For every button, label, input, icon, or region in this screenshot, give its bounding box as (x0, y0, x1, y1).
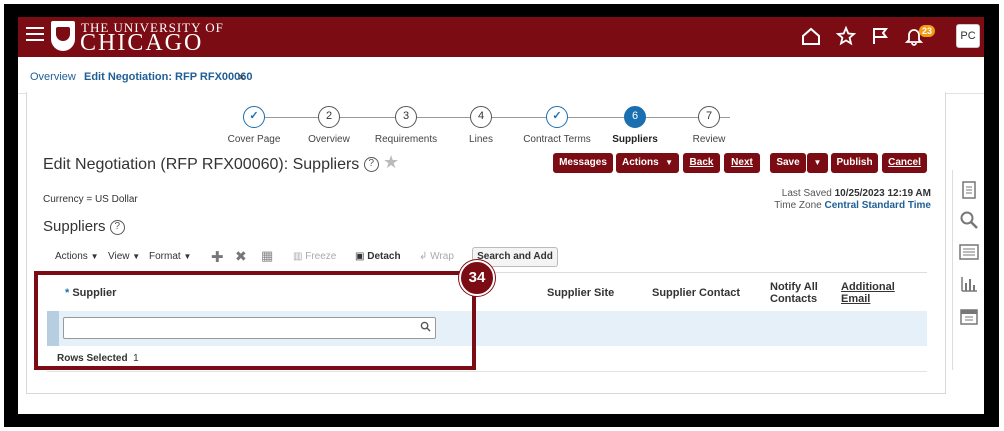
train-step-contract-terms[interactable]: ✓ (546, 106, 568, 128)
tab-edit-negotiation[interactable]: Edit Negotiation: RFP RFX00060 (84, 71, 253, 83)
section-help-icon[interactable]: ? (109, 219, 125, 235)
tutorial-step-badge: 34 (459, 260, 495, 296)
train-step-lines[interactable]: 4 (470, 106, 492, 128)
publish-button[interactable]: Publish (831, 153, 878, 173)
university-name-big: CHICAGO (80, 30, 204, 56)
freeze-label: Freeze (305, 251, 337, 262)
notify-header-line2: Contacts (770, 293, 818, 305)
delete-row-icon[interactable]: ✖ (235, 248, 247, 265)
help-icon[interactable]: ? (363, 157, 379, 173)
freeze-button: ▥ Freeze (293, 251, 336, 262)
list-icon[interactable] (959, 242, 979, 262)
train-step-cover-page[interactable]: ✓ (243, 106, 265, 128)
train-label-cover-page: Cover Page (227, 134, 281, 145)
chevron-down-icon: ▼ (132, 252, 141, 261)
page-title: Edit Negotiation (RFP RFX00060): Supplie… (43, 156, 379, 174)
train-step-review[interactable]: 7 (698, 106, 720, 128)
messages-button[interactable]: Messages (553, 153, 613, 173)
tab-overview[interactable]: Overview (30, 71, 76, 83)
screenshot-frame: THE UNIVERSITY OF CHICAGO 23 PC Overview… (4, 4, 999, 427)
train-label-review: Review (692, 134, 726, 145)
train-label-contract-terms: Contract Terms (523, 134, 591, 145)
last-saved-label: Last Saved (781, 188, 832, 199)
right-side-rail (952, 170, 984, 370)
notification-count-badge: 23 (919, 25, 936, 37)
tab-bar: Overview Edit Negotiation: RFP RFX00060 … (18, 57, 984, 94)
actions-button[interactable]: Actions ▼ (616, 153, 679, 173)
university-crest-logo (51, 21, 75, 51)
chevron-down-icon: ▼ (90, 252, 99, 261)
detach-label: Detach (367, 251, 401, 262)
table-bottom-divider (47, 371, 927, 372)
toolbar-view-menu[interactable]: View ▼ (108, 251, 140, 262)
save-button[interactable]: Save (770, 153, 806, 173)
favorite-star-icon[interactable]: ★ (383, 152, 399, 173)
process-train: ✓ 2 3 4 ✓ 6 7 Cover Page Overview Requir… (228, 104, 752, 145)
close-tab-icon[interactable]: × (238, 70, 245, 84)
toolbar-view-label: View (108, 251, 130, 262)
toolbar-format-menu[interactable]: Format ▼ (149, 251, 191, 262)
wrap-label: Wrap (430, 251, 454, 262)
toolbar-actions-label: Actions (55, 251, 88, 262)
train-step-overview[interactable]: 2 (318, 106, 340, 128)
back-button[interactable]: Back (683, 153, 720, 173)
menu-icon[interactable] (26, 27, 44, 43)
section-title-text: Suppliers (43, 218, 106, 235)
train-label-requirements: Requirements (374, 134, 438, 145)
export-grid-icon[interactable]: ▦ (261, 248, 273, 264)
calendar-icon[interactable] (959, 306, 979, 326)
notify-header-line1: Notify All (770, 281, 818, 293)
last-saved-value: 10/25/2023 12:19 AM (834, 188, 931, 199)
train-label-lines: Lines (469, 134, 493, 145)
train-label-overview: Overview (308, 134, 350, 145)
chevron-down-icon: ▼ (183, 252, 192, 261)
toolbar-actions-menu[interactable]: Actions ▼ (55, 251, 99, 262)
column-header-notify-all-contacts: Notify All Contacts (770, 281, 818, 305)
column-header-supplier-site: Supplier Site (547, 287, 615, 299)
home-icon[interactable] (800, 25, 822, 47)
page-title-text: Edit Negotiation (RFP RFX00060): Supplie… (43, 156, 360, 173)
wrap-icon: ↲ (419, 251, 428, 262)
document-icon[interactable] (959, 180, 979, 200)
detach-icon: ▣ (355, 251, 365, 262)
timezone-value: Central Standard Time (824, 200, 931, 211)
user-avatar[interactable]: PC (956, 24, 980, 48)
app-window: THE UNIVERSITY OF CHICAGO 23 PC Overview… (18, 17, 984, 414)
column-header-supplier-contact: Supplier Contact (652, 287, 741, 299)
column-header-additional-email: Additional Email (841, 281, 895, 305)
chevron-down-icon: ▼ (665, 158, 673, 167)
train-step-suppliers[interactable]: 6 (624, 106, 646, 128)
actions-button-label: Actions (622, 157, 659, 168)
additional-header-line2: Email (841, 293, 871, 305)
save-menu-chevron-icon[interactable]: ▼ (807, 153, 828, 173)
train-step-requirements[interactable]: 3 (395, 106, 417, 128)
favorites-star-icon[interactable] (835, 25, 857, 47)
additional-header-line1: Additional (841, 281, 895, 293)
toolbar-format-label: Format (149, 251, 181, 262)
next-button[interactable]: Next (724, 153, 760, 173)
bar-chart-icon[interactable] (959, 274, 979, 294)
section-title: Suppliers ? (43, 218, 125, 235)
cancel-button[interactable]: Cancel (882, 153, 927, 173)
tutorial-highlight-box (34, 271, 476, 370)
train-label-suppliers: Suppliers (612, 134, 658, 145)
search-panel-icon[interactable] (959, 210, 979, 230)
timezone-label: Time Zone (774, 200, 822, 211)
add-row-icon[interactable]: ✚ (211, 248, 224, 266)
wrap-button: ↲ Wrap (419, 251, 454, 262)
top-bar: THE UNIVERSITY OF CHICAGO 23 PC (18, 17, 984, 57)
freeze-icon: ▥ (293, 251, 303, 262)
currency-info: Currency = US Dollar (43, 194, 138, 205)
flag-icon[interactable] (869, 25, 891, 47)
detach-button[interactable]: ▣ Detach (355, 251, 401, 262)
last-saved-info: Last Saved 10/25/2023 12:19 AM Time Zone… (774, 188, 931, 212)
